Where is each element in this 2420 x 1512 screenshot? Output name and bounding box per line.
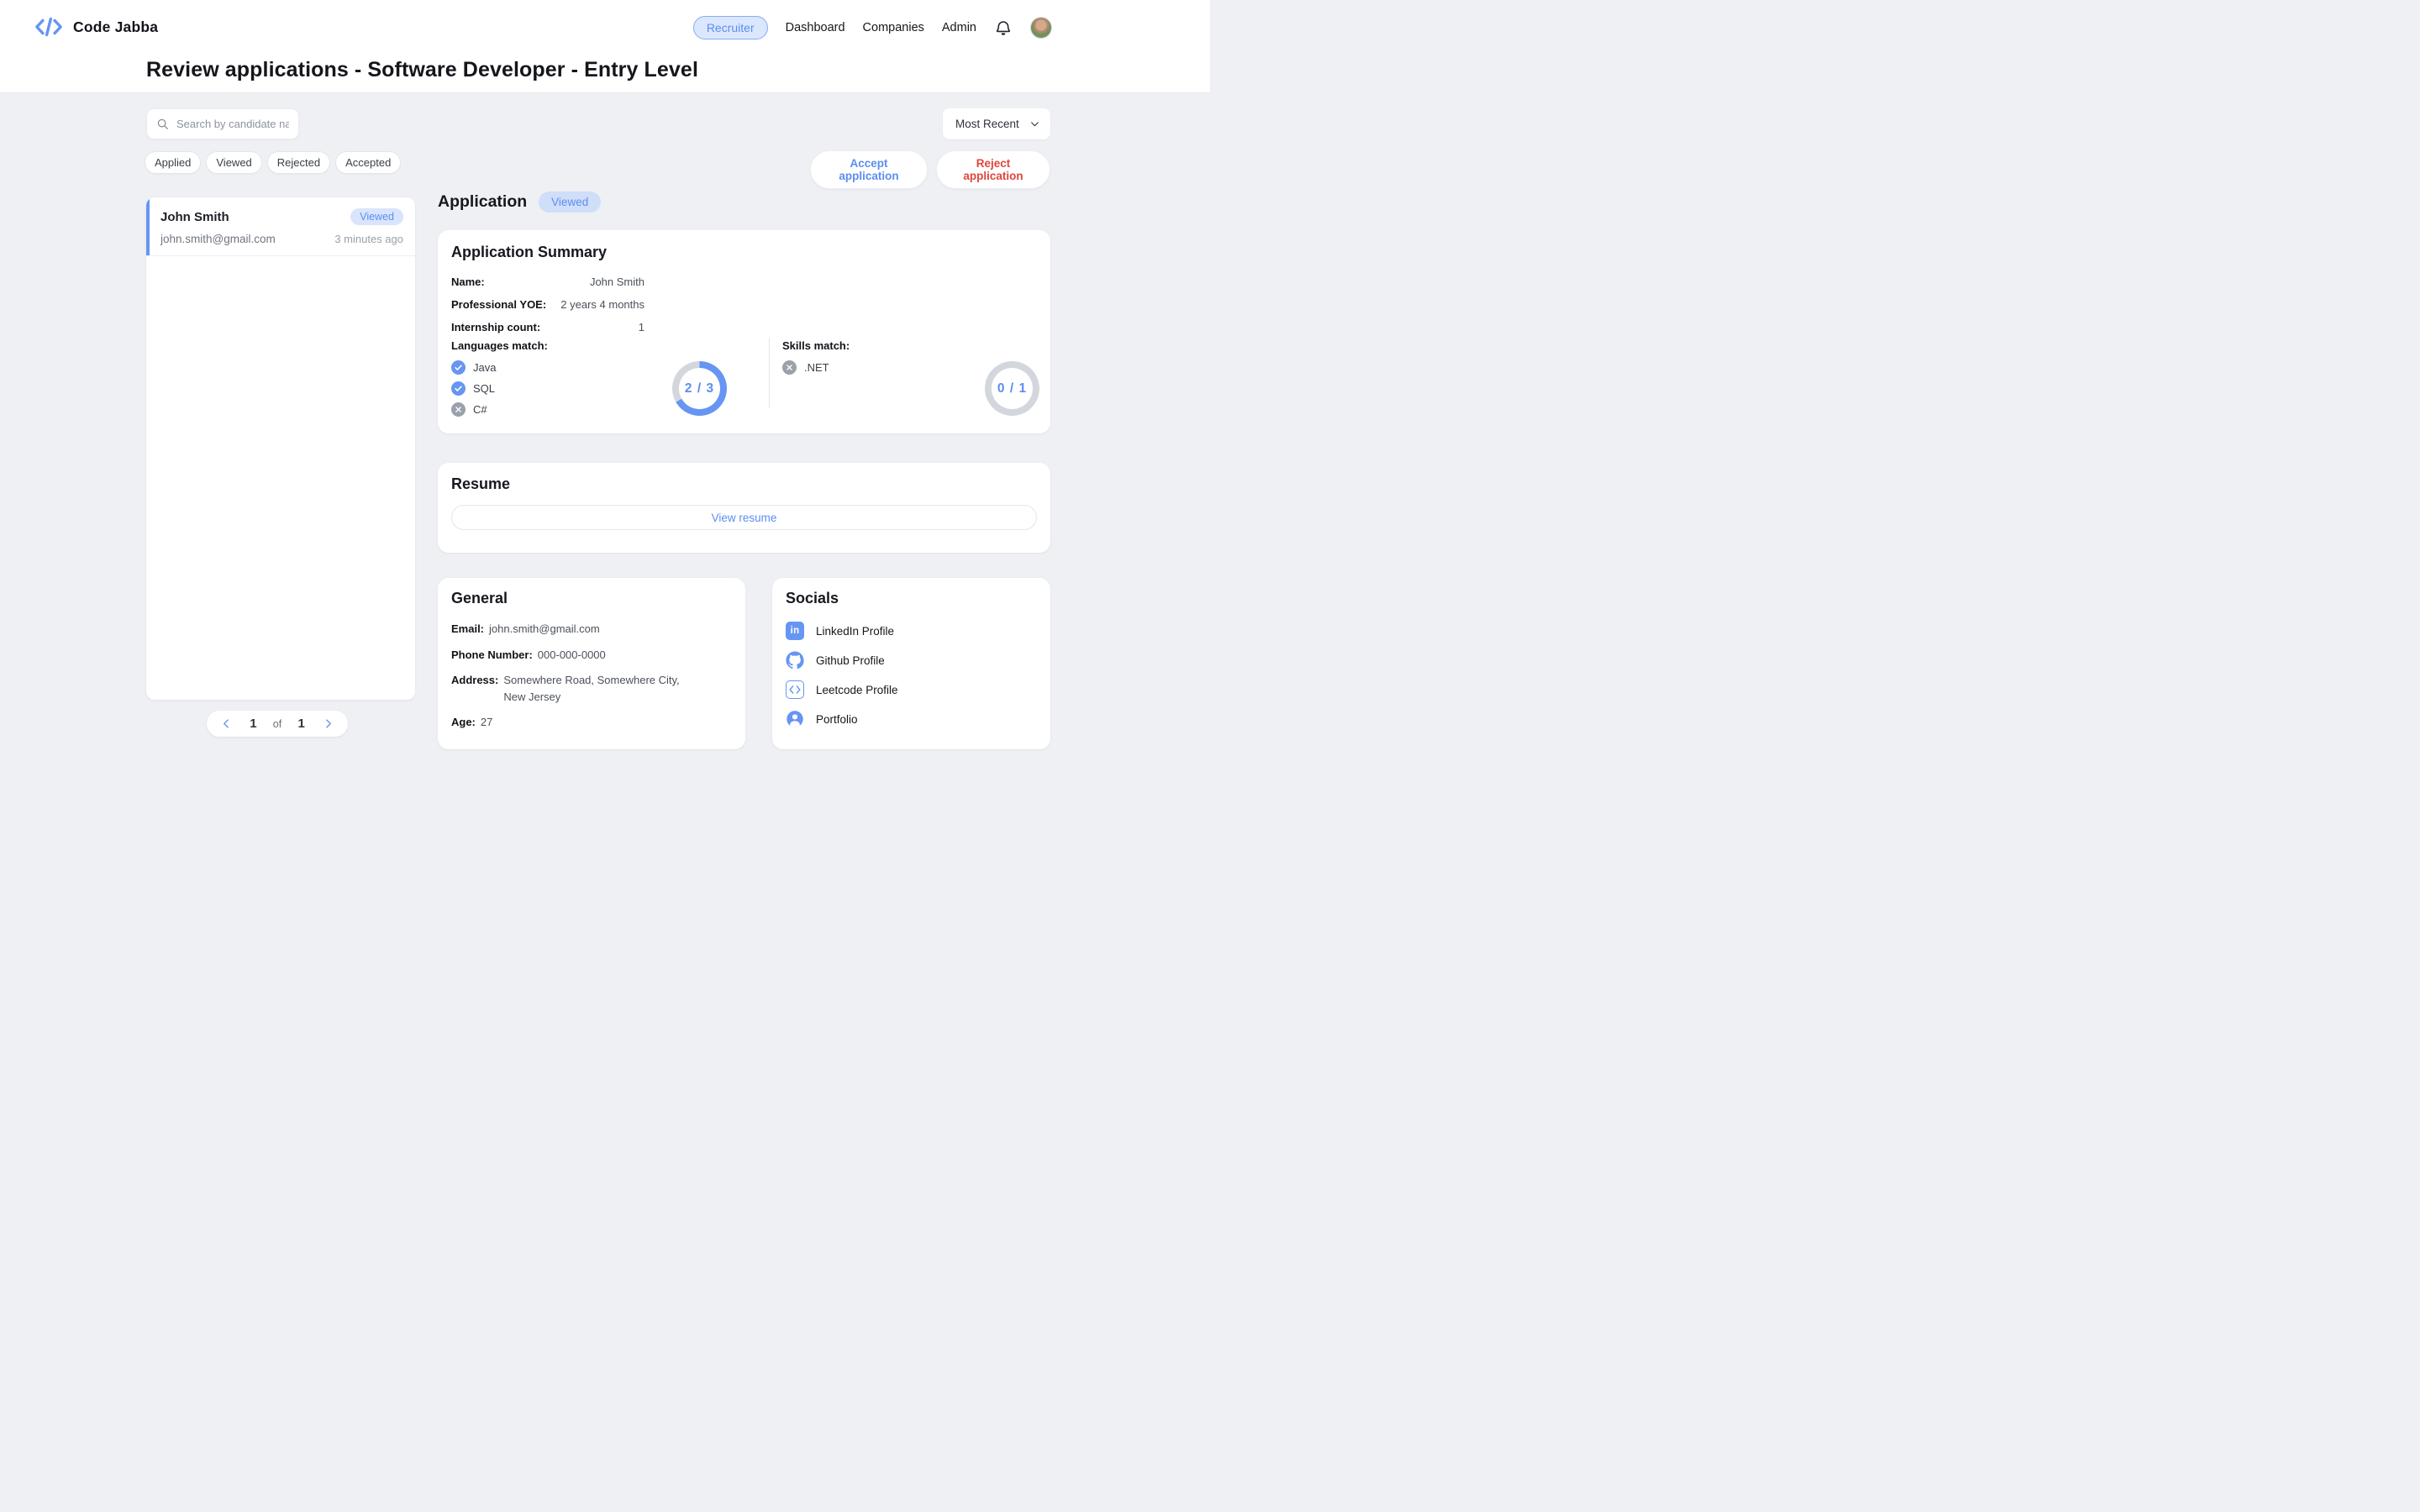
resume-card: Resume View resume bbox=[438, 463, 1050, 553]
filter-applied[interactable]: Applied bbox=[145, 151, 201, 174]
top-nav: Recruiter Dashboard Companies Admin bbox=[693, 0, 1052, 55]
general-card: General Email: john.smith@gmail.com Phon… bbox=[438, 578, 745, 749]
nav-link-admin[interactable]: Admin bbox=[942, 21, 976, 34]
skills-match-list: .NET bbox=[782, 360, 829, 375]
languages-match-list: Java SQL bbox=[451, 360, 496, 417]
avatar[interactable] bbox=[1030, 17, 1052, 39]
total-pages: 1 bbox=[297, 717, 304, 731]
filter-rejected[interactable]: Rejected bbox=[267, 151, 330, 174]
code-brackets-icon bbox=[34, 15, 63, 39]
filter-viewed[interactable]: Viewed bbox=[206, 151, 261, 174]
language-match-item: Java bbox=[451, 360, 496, 375]
bell-icon[interactable] bbox=[994, 18, 1013, 38]
application-actions: Accept application Reject application bbox=[810, 150, 1050, 189]
nav-link-dashboard[interactable]: Dashboard bbox=[786, 21, 845, 34]
general-row-phone: Phone Number: 000-000-0000 bbox=[451, 647, 732, 664]
candidate-list: John Smith Viewed john.smith@gmail.com 3… bbox=[146, 197, 415, 700]
sort-dropdown[interactable]: Most Recent bbox=[943, 108, 1050, 139]
github-icon bbox=[786, 651, 804, 669]
general-row-age: Age: 27 bbox=[451, 714, 732, 731]
application-status-badge: Viewed bbox=[539, 192, 601, 213]
nav-link-companies[interactable]: Companies bbox=[863, 21, 924, 34]
leetcode-profile-link[interactable]: Leetcode Profile bbox=[786, 680, 1037, 699]
skills-match-donut: 0 / 1 bbox=[985, 361, 1039, 416]
top-bar: Code Jabba Recruiter Dashboard Companies… bbox=[0, 0, 1210, 93]
languages-match-label: Languages match: bbox=[451, 339, 548, 352]
languages-match-donut: 2 / 3 bbox=[672, 361, 727, 416]
list-pagination: 1 of 1 bbox=[207, 711, 348, 737]
app-screen: Code Jabba Recruiter Dashboard Companies… bbox=[0, 0, 1210, 756]
candidate-status-badge: Viewed bbox=[350, 208, 403, 225]
candidate-email: john.smith@gmail.com bbox=[160, 233, 276, 245]
brand[interactable]: Code Jabba bbox=[34, 15, 158, 39]
current-page: 1 bbox=[250, 717, 256, 731]
linkedin-icon: in bbox=[786, 622, 804, 640]
general-heading: General bbox=[451, 590, 732, 607]
candidate-applied-time: 3 minutes ago bbox=[334, 233, 403, 245]
prev-page-button[interactable] bbox=[219, 717, 234, 731]
portfolio-icon bbox=[786, 710, 804, 728]
language-match-item: C# bbox=[451, 402, 496, 417]
summary-row-name: Name: John Smith bbox=[451, 276, 644, 288]
x-icon bbox=[451, 402, 466, 417]
filter-accepted[interactable]: Accepted bbox=[335, 151, 401, 174]
summary-heading: Application Summary bbox=[451, 244, 607, 261]
languages-score: 2 / 3 bbox=[685, 381, 714, 396]
github-profile-link[interactable]: Github Profile bbox=[786, 651, 1037, 669]
chevron-right-icon bbox=[323, 718, 334, 729]
check-icon bbox=[451, 381, 466, 396]
skills-score: 0 / 1 bbox=[997, 381, 1027, 396]
role-chip-recruiter[interactable]: Recruiter bbox=[693, 16, 768, 39]
x-icon bbox=[782, 360, 797, 375]
search-icon bbox=[156, 118, 170, 131]
candidate-search bbox=[146, 108, 299, 139]
reject-application-button[interactable]: Reject application bbox=[936, 150, 1050, 189]
skills-match-label: Skills match: bbox=[782, 339, 850, 352]
candidate-name: John Smith bbox=[160, 210, 229, 224]
summary-row-yoe: Professional YOE: 2 years 4 months bbox=[451, 298, 644, 311]
resume-heading: Resume bbox=[451, 475, 1037, 493]
search-input[interactable] bbox=[176, 118, 289, 130]
summary-row-internships: Internship count: 1 bbox=[451, 321, 644, 333]
application-heading: Application bbox=[438, 192, 527, 212]
summary-divider bbox=[769, 338, 770, 408]
sort-value: Most Recent bbox=[955, 118, 1019, 130]
accept-application-button[interactable]: Accept application bbox=[810, 150, 928, 189]
portfolio-link[interactable]: Portfolio bbox=[786, 710, 1037, 728]
page-of-label: of bbox=[273, 718, 281, 730]
language-match-item: SQL bbox=[451, 381, 496, 396]
general-row-address: Address: Somewhere Road, Somewhere City,… bbox=[451, 672, 732, 705]
socials-heading: Socials bbox=[786, 590, 1037, 607]
brand-name: Code Jabba bbox=[73, 18, 158, 36]
view-resume-button[interactable]: View resume bbox=[451, 505, 1037, 530]
chevron-down-icon bbox=[1029, 118, 1040, 129]
candidate-list-item[interactable]: John Smith Viewed john.smith@gmail.com 3… bbox=[146, 197, 415, 256]
check-icon bbox=[451, 360, 466, 375]
general-row-email: Email: john.smith@gmail.com bbox=[451, 621, 732, 638]
leetcode-icon bbox=[786, 680, 804, 699]
linkedin-profile-link[interactable]: in LinkedIn Profile bbox=[786, 622, 1037, 640]
socials-card: Socials in LinkedIn Profile Github Profi… bbox=[772, 578, 1050, 749]
status-filters: Applied Viewed Rejected Accepted bbox=[145, 151, 401, 174]
page-title: Review applications - Software Developer… bbox=[146, 58, 698, 82]
next-page-button[interactable] bbox=[321, 717, 335, 731]
chevron-left-icon bbox=[221, 718, 232, 729]
summary-table: Name: John Smith Professional YOE: 2 yea… bbox=[451, 276, 644, 344]
skill-match-item: .NET bbox=[782, 360, 829, 375]
application-summary-card: Application Summary Name: John Smith Pro… bbox=[438, 230, 1050, 433]
